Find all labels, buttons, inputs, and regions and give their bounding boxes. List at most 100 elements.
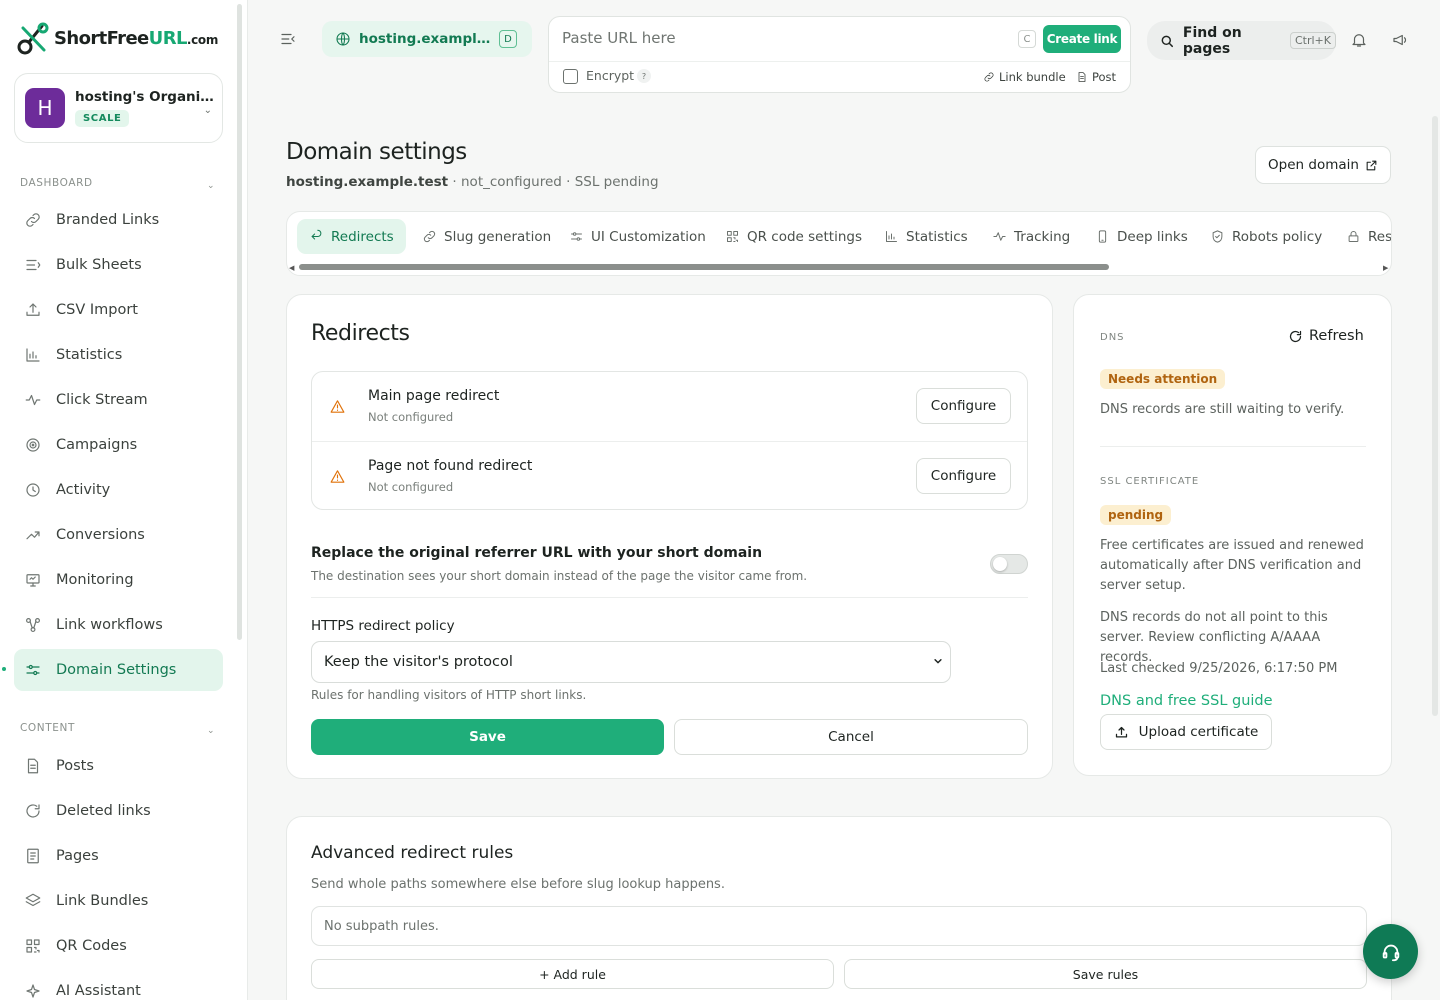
- tab-label: Slug generation: [444, 228, 552, 245]
- url-input[interactable]: [562, 29, 1002, 47]
- sidebar-item-campaigns[interactable]: Campaigns: [14, 424, 223, 466]
- tab-label: Rest: [1368, 228, 1392, 245]
- sidebar-item-link-bundles[interactable]: Link Bundles: [14, 880, 223, 922]
- cancel-button[interactable]: Cancel: [674, 719, 1028, 755]
- sidebar-item-label: Branded Links: [56, 212, 160, 228]
- create-link-button[interactable]: Create link: [1043, 25, 1121, 53]
- help-icon[interactable]: ?: [637, 69, 651, 83]
- sidebar-item-deleted-links[interactable]: Deleted links: [14, 790, 223, 832]
- sidebar-item-branded-links[interactable]: Branded Links: [14, 199, 223, 241]
- trend-icon: [26, 531, 40, 540]
- sliders-icon: [571, 232, 582, 241]
- redirect-title: Page not found redirect: [368, 458, 533, 474]
- scroll-right-icon[interactable]: ▶: [1383, 264, 1388, 272]
- sidebar-item-domain-settings[interactable]: Domain Settings: [14, 649, 223, 691]
- refresh-icon: [1289, 330, 1302, 342]
- sidebar-item-click-stream[interactable]: Click Stream: [14, 379, 223, 421]
- sidebar-item-posts[interactable]: Posts: [14, 745, 223, 787]
- upload-certificate-button[interactable]: Upload certificate: [1100, 714, 1272, 750]
- tab-rest[interactable]: Rest: [1334, 219, 1392, 254]
- page-icon: [27, 848, 39, 864]
- tabs-scrollbar[interactable]: [299, 264, 1384, 270]
- status-badge: Needs attention: [1100, 369, 1226, 389]
- encrypt-checkbox[interactable]: [563, 69, 578, 84]
- tab-robots-policy[interactable]: Robots policy: [1198, 219, 1334, 254]
- org-switcher[interactable]: H hosting's Organi… SCALE ⌄: [14, 73, 223, 143]
- tab-tracking[interactable]: Tracking: [980, 219, 1082, 254]
- sidebar-item-label: QR Codes: [56, 938, 127, 954]
- chevron-down-icon: [934, 659, 942, 664]
- logo[interactable]: ShortFreeURL.com: [16, 20, 218, 56]
- chevron-down-icon: ⌄: [203, 105, 212, 116]
- post-button[interactable]: Post: [1076, 70, 1116, 84]
- find-on-pages-button[interactable]: Find on pages Ctrl+K: [1147, 21, 1336, 60]
- globe-icon: [336, 32, 350, 46]
- tab-redirects[interactable]: Redirects: [297, 219, 406, 254]
- link-icon: [984, 72, 994, 82]
- list-item: Page not found redirect Not configured C…: [312, 441, 1027, 510]
- sidebar-item-label: Conversions: [56, 527, 145, 543]
- sidebar-item-link-workflows[interactable]: Link workflows: [14, 604, 223, 646]
- tab-statistics[interactable]: Statistics: [872, 219, 980, 254]
- ssl-status-badge: pending: [1100, 505, 1172, 525]
- open-domain-button[interactable]: Open domain: [1255, 146, 1391, 184]
- megaphone-icon[interactable]: [1391, 31, 1409, 49]
- sidebar-scrollbar[interactable]: [237, 4, 242, 640]
- domain-chip-label: hosting.example.te…: [359, 31, 491, 47]
- configure-button[interactable]: Configure: [916, 458, 1011, 494]
- support-chat-button[interactable]: [1363, 924, 1418, 979]
- page-subtitle: hosting.example.test · not_configured · …: [286, 174, 659, 190]
- save-button[interactable]: Save: [311, 719, 664, 755]
- tab-label: UI Customization: [591, 228, 706, 245]
- main-scrollbar[interactable]: [1432, 116, 1438, 716]
- upload-icon: [26, 303, 40, 316]
- dns-status-text: DNS records are still waiting to verify.: [1100, 402, 1345, 417]
- sidebar-item-conversions[interactable]: Conversions: [14, 514, 223, 556]
- collapse-sidebar-icon[interactable]: [279, 30, 297, 48]
- sidebar-item-label: Posts: [56, 758, 94, 774]
- tab-qr-code-settings[interactable]: QR code settings: [713, 219, 874, 254]
- link-bundle-button[interactable]: Link bundle: [983, 70, 1066, 84]
- org-name: hosting's Organi…: [75, 89, 214, 105]
- https-policy-select[interactable]: Keep the visitor's protocol: [311, 641, 951, 683]
- configure-button[interactable]: Configure: [916, 388, 1011, 424]
- add-rule-button[interactable]: + Add rule: [311, 959, 834, 989]
- sidebar-item-label: Domain Settings: [56, 662, 177, 678]
- qr-icon: [727, 231, 738, 242]
- sidebar-item-label: Click Stream: [56, 392, 148, 408]
- tab-label: Robots policy: [1232, 228, 1323, 245]
- sidebar-item-monitoring[interactable]: Monitoring: [14, 559, 223, 601]
- link-icon: [26, 213, 40, 227]
- qr-icon: [26, 939, 40, 953]
- tab-label: Redirects: [331, 228, 394, 245]
- domain-switcher[interactable]: hosting.example.te… D: [322, 21, 532, 57]
- chevron-down-icon[interactable]: ⌄: [207, 726, 215, 736]
- sidebar-item-label: Activity: [56, 482, 111, 498]
- redirects-card: Redirects Main page redirect Not configu…: [286, 294, 1053, 779]
- refresh-label: Refresh: [1309, 328, 1364, 344]
- sidebar-item-ai-assistant[interactable]: AI Assistant: [14, 970, 223, 1000]
- bar-chart-icon: [886, 231, 897, 242]
- bell-icon[interactable]: [1350, 31, 1368, 49]
- sliders-icon: [26, 664, 40, 676]
- referrer-title: Replace the original referrer URL with y…: [311, 545, 763, 561]
- tab-ui-customization[interactable]: UI Customization: [557, 219, 718, 254]
- sidebar-item-statistics[interactable]: Statistics: [14, 334, 223, 376]
- tabs-scrollbar-thumb[interactable]: [299, 264, 1109, 270]
- chevron-down-icon[interactable]: ⌄: [207, 181, 215, 191]
- plan-badge: SCALE: [75, 110, 130, 127]
- document-icon: [27, 758, 39, 774]
- sidebar-item-pages[interactable]: Pages: [14, 835, 223, 877]
- referrer-toggle[interactable]: [990, 554, 1028, 574]
- scroll-left-icon[interactable]: ◀: [289, 264, 294, 272]
- save-rules-button[interactable]: Save rules: [844, 959, 1367, 989]
- tab-slug-generation[interactable]: Slug generation: [410, 219, 563, 254]
- sidebar-item-label: Statistics: [56, 347, 123, 363]
- dns-ssl-guide-link[interactable]: DNS and free SSL guide: [1100, 693, 1273, 709]
- tab-deep-links[interactable]: Deep links: [1083, 219, 1200, 254]
- sidebar-item-qr-codes[interactable]: QR Codes: [14, 925, 223, 967]
- sidebar-item-csv-import[interactable]: CSV Import: [14, 289, 223, 331]
- refresh-button[interactable]: Refresh: [1288, 328, 1364, 344]
- sidebar-item-activity[interactable]: Activity: [14, 469, 223, 511]
- sidebar-item-bulk-sheets[interactable]: Bulk Sheets: [14, 244, 223, 286]
